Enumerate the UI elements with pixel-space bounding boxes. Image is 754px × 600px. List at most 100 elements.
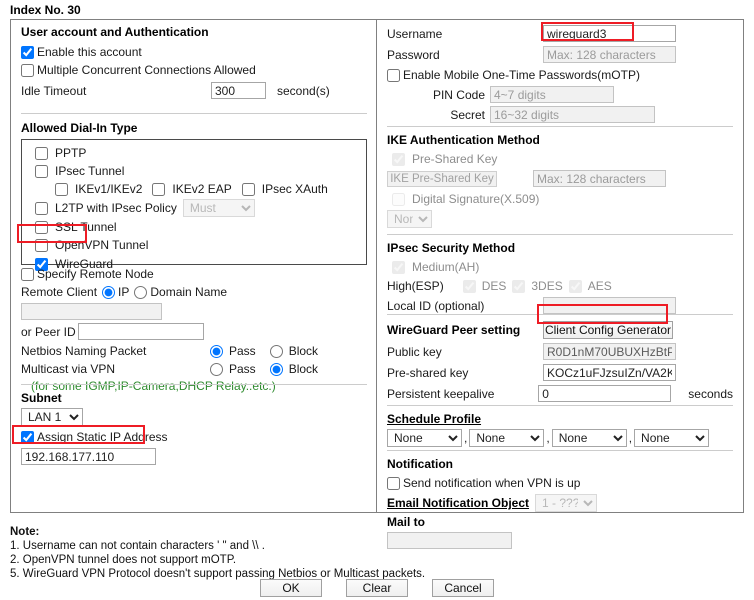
public-key-input[interactable] (543, 343, 676, 360)
medium-ah-checkbox-label[interactable]: Medium(AH) (392, 259, 479, 275)
ike-auth-section-title: IKE Authentication Method (387, 133, 733, 147)
multicast-pass-radio[interactable] (210, 363, 223, 376)
keepalive-input[interactable] (538, 385, 671, 402)
schedule-select-1[interactable]: None (387, 429, 462, 447)
netbios-pass-radio[interactable] (210, 345, 223, 358)
high-esp-row: High(ESP) DES 3DES AES (387, 278, 733, 294)
des-checkbox[interactable] (463, 280, 476, 293)
ipsec-xauth-checkbox[interactable] (242, 183, 255, 196)
ike-pre-shared-key-input[interactable] (533, 170, 666, 187)
openvpn-tunnel-checkbox[interactable] (35, 239, 48, 252)
multiple-connections-checkbox-label[interactable]: Multiple Concurrent Connections Allowed (21, 62, 256, 78)
netbios-block-radio-label[interactable]: Block (270, 343, 318, 359)
pre-shared-key-checkbox-label[interactable]: Pre-Shared Key (392, 151, 497, 167)
dialin-section-title: Allowed Dial-In Type (21, 121, 137, 135)
ike-options-row: IKEv1/IKEv2 IKEv2 EAP IPsec XAuth (55, 181, 366, 197)
idle-timeout-input[interactable] (211, 82, 266, 99)
specify-remote-node-checkbox[interactable] (21, 268, 34, 281)
aes-checkbox[interactable] (569, 280, 582, 293)
3des-checkbox-label[interactable]: 3DES (512, 278, 562, 294)
pre-shared-key-checkbox[interactable] (392, 153, 405, 166)
ikev1-ikev2-checkbox-label[interactable]: IKEv1/IKEv2 (55, 181, 142, 197)
netbios-pass-radio-label[interactable]: Pass (210, 343, 256, 359)
enable-account-checkbox[interactable] (21, 46, 34, 59)
send-notification-checkbox-label[interactable]: Send notification when VPN is up (387, 475, 580, 491)
ipsec-xauth-checkbox-label[interactable]: IPsec XAuth (242, 181, 328, 197)
des-checkbox-label[interactable]: DES (463, 278, 507, 294)
ssl-tunnel-checkbox-label[interactable]: SSL Tunnel (35, 219, 117, 235)
email-object-select[interactable]: 1 - ??? (535, 494, 597, 512)
ike-auth-section: IKE Authentication Method Pre-Shared Key… (387, 133, 733, 228)
enable-account-checkbox-label[interactable]: Enable this account (21, 44, 142, 60)
cancel-button[interactable]: Cancel (432, 579, 494, 597)
notes-section: Note: 1. Username can not contain charac… (10, 525, 744, 581)
remote-client-ip-radio-label[interactable]: IP (102, 284, 129, 300)
remote-client-input[interactable] (21, 303, 162, 320)
dialin-type-box: PPTP IPsec Tunnel IKEv1/IKEv2 (21, 139, 367, 265)
l2tp-policy-select[interactable]: Must (183, 199, 255, 217)
ssl-tunnel-checkbox[interactable] (35, 221, 48, 234)
openvpn-tunnel-row: OpenVPN Tunnel (35, 237, 366, 253)
openvpn-tunnel-checkbox-label[interactable]: OpenVPN Tunnel (35, 237, 148, 253)
keepalive-label: Persistent keepalive (387, 386, 538, 402)
multicast-block-radio-label[interactable]: Block (270, 361, 318, 377)
aes-checkbox-label[interactable]: AES (569, 278, 612, 294)
keepalive-row: Persistent keepalive seconds (387, 385, 733, 402)
ikev1-ikev2-checkbox[interactable] (55, 183, 68, 196)
netbios-block-radio[interactable] (270, 345, 283, 358)
high-esp-label: High(ESP) (387, 278, 444, 294)
local-id-input[interactable] (543, 297, 676, 314)
digital-signature-checkbox[interactable] (392, 193, 405, 206)
multiple-connections-label: Multiple Concurrent Connections Allowed (37, 62, 256, 78)
subnet-lan-select[interactable]: LAN 1 (21, 408, 83, 426)
clear-button[interactable]: Clear (346, 579, 408, 597)
remote-client-ip-label: IP (118, 284, 129, 300)
multicast-block-radio[interactable] (270, 363, 283, 376)
ok-button[interactable]: OK (260, 579, 322, 597)
motp-checkbox[interactable] (387, 69, 400, 82)
specify-remote-node-checkbox-label[interactable]: Specify Remote Node (21, 266, 154, 282)
ipsec-tunnel-checkbox-label[interactable]: IPsec Tunnel (35, 163, 124, 179)
aes-label: AES (588, 278, 612, 294)
schedule-select-3[interactable]: None (552, 429, 627, 447)
specify-remote-node-row: Specify Remote Node (21, 266, 367, 282)
multicast-pass-radio-label[interactable]: Pass (210, 361, 256, 377)
peer-id-input[interactable] (78, 323, 204, 340)
cert-select[interactable]: None (387, 210, 432, 228)
assign-static-ip-checkbox-label[interactable]: Assign Static IP Address (21, 429, 168, 445)
ikev2-eap-checkbox-label[interactable]: IKEv2 EAP (152, 181, 231, 197)
motp-checkbox-label[interactable]: Enable Mobile One-Time Passwords(mOTP) (387, 67, 640, 83)
netbios-pass-label: Pass (229, 343, 256, 359)
motp-label: Enable Mobile One-Time Passwords(mOTP) (403, 67, 640, 83)
ipsec-tunnel-checkbox[interactable] (35, 165, 48, 178)
schedule-select-2[interactable]: None (469, 429, 544, 447)
remote-client-domain-radio-label[interactable]: Domain Name (134, 284, 227, 300)
l2tp-checkbox-label[interactable]: L2TP with IPsec Policy (35, 200, 177, 216)
pptp-checkbox-label[interactable]: PPTP (35, 145, 86, 161)
username-input[interactable] (543, 25, 676, 42)
netbios-block-label: Block (289, 343, 318, 359)
secret-input[interactable] (490, 106, 655, 123)
client-config-generator-button[interactable]: Client Config Generator (543, 321, 673, 339)
ikev2-eap-checkbox[interactable] (152, 183, 165, 196)
multiple-connections-checkbox[interactable] (21, 64, 34, 77)
3des-checkbox[interactable] (512, 280, 525, 293)
preshared-key-input[interactable] (543, 364, 676, 381)
medium-ah-checkbox[interactable] (392, 261, 405, 274)
pin-code-input[interactable] (490, 86, 614, 103)
pptp-checkbox[interactable] (35, 147, 48, 160)
assign-static-ip-row: Assign Static IP Address (21, 429, 367, 445)
ike-pre-shared-key-button[interactable]: IKE Pre-Shared Key (387, 171, 497, 187)
schedule-select-4[interactable]: None (634, 429, 709, 447)
idle-timeout-row: Idle Timeout second(s) (21, 82, 367, 99)
password-label: Password (387, 47, 543, 63)
assign-static-ip-checkbox[interactable] (21, 431, 34, 444)
netbios-label: Netbios Naming Packet (21, 343, 210, 359)
remote-client-ip-radio[interactable] (102, 286, 115, 299)
password-input[interactable] (543, 46, 676, 63)
digital-signature-checkbox-label[interactable]: Digital Signature(X.509) (392, 191, 539, 207)
send-notification-checkbox[interactable] (387, 477, 400, 490)
l2tp-checkbox[interactable] (35, 202, 48, 215)
remote-client-domain-radio[interactable] (134, 286, 147, 299)
static-ip-input[interactable] (21, 448, 156, 465)
